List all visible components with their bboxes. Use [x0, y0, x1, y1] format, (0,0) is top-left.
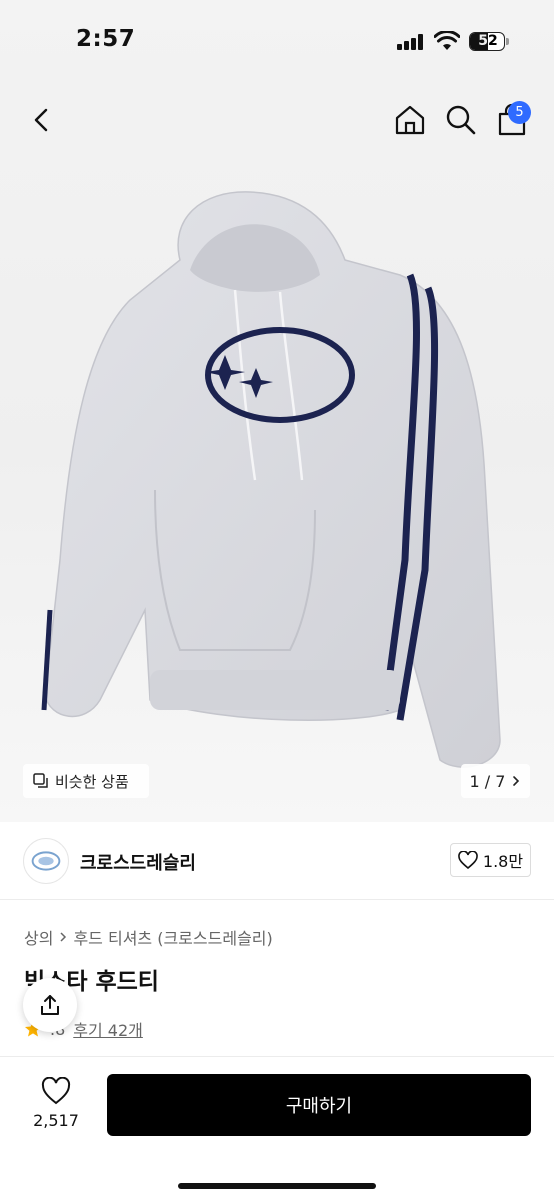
- heart-icon: [41, 1077, 71, 1105]
- heart-icon: [458, 851, 478, 869]
- similar-products-icon: [33, 773, 48, 788]
- buy-button[interactable]: 구매하기: [107, 1074, 531, 1136]
- status-time: 2:57: [76, 26, 136, 52]
- cart-count-badge: 5: [508, 101, 531, 124]
- reviews-link[interactable]: 후기 42개: [73, 1017, 143, 1041]
- back-icon[interactable]: [24, 102, 60, 138]
- home-icon[interactable]: [392, 102, 428, 138]
- chevron-right-icon: [60, 932, 67, 942]
- wifi-icon: [434, 31, 460, 50]
- brand-like-count: 1.8만: [482, 852, 524, 871]
- brand-logo[interactable]: [23, 838, 69, 884]
- home-indicator: [178, 1183, 376, 1189]
- hoodie-image: [41, 191, 501, 768]
- similar-products-label: 비슷한 상품: [55, 772, 129, 791]
- status-bar: 2:57 52: [0, 0, 554, 84]
- battery-level: 52: [478, 33, 498, 49]
- bottom-action-bar: 2,517 구매하기: [0, 1056, 554, 1200]
- breadcrumb-subcategory[interactable]: 후드 티셔츠 (크로스드레슬리): [73, 925, 272, 949]
- breadcrumb-category[interactable]: 상의: [24, 925, 53, 949]
- page-indicator-text: 1 / 7: [469, 771, 506, 791]
- chevron-right-icon: [513, 776, 520, 786]
- signal-icon: [397, 34, 425, 50]
- battery-icon: 52: [469, 32, 509, 51]
- image-page-indicator[interactable]: 1 / 7: [461, 764, 530, 798]
- brand-row[interactable]: 크로스드레슬리 1.8만: [0, 822, 554, 900]
- brand-like-button[interactable]: 1.8만: [450, 843, 531, 877]
- share-icon: [41, 995, 59, 1015]
- wishlist-count: 2,517: [33, 1111, 79, 1130]
- breadcrumb: 상의 후드 티셔츠 (크로스드레슬리): [24, 925, 273, 949]
- similar-products-button[interactable]: 비슷한 상품: [23, 764, 149, 798]
- product-image-area[interactable]: 2:57 52 5 비슷한 상품 1 / 7: [0, 0, 554, 822]
- share-button[interactable]: [23, 978, 77, 1032]
- wishlist-button[interactable]: 2,517: [20, 1077, 92, 1157]
- brand-name[interactable]: 크로스드레슬리: [80, 849, 196, 875]
- search-icon[interactable]: [443, 102, 479, 138]
